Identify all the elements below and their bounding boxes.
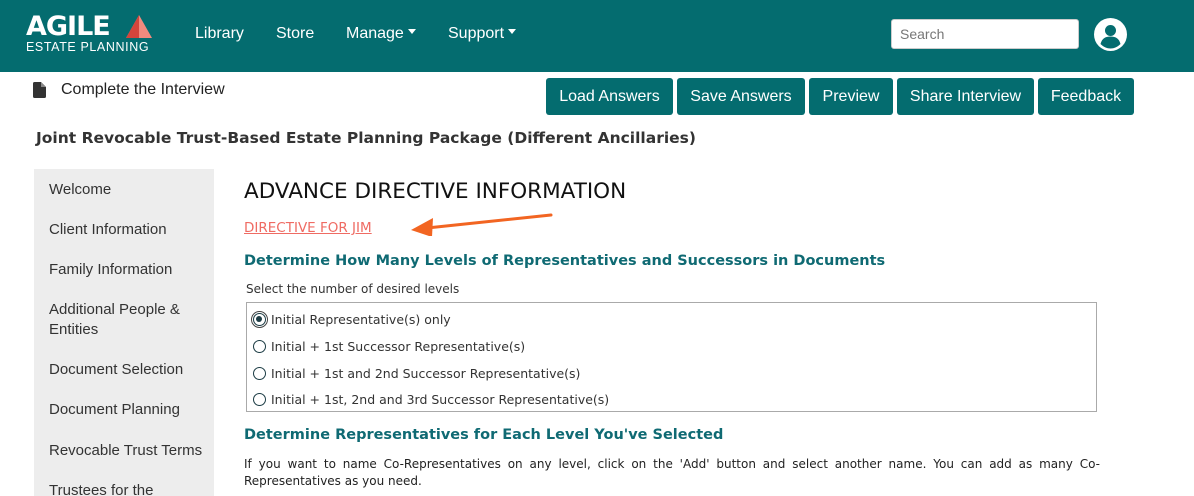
- sidebar-item-welcome[interactable]: Welcome: [49, 180, 209, 200]
- sidebar-nav: Welcome Client Information Family Inform…: [34, 169, 214, 496]
- logo-subtitle: ESTATE PLANNING: [26, 40, 150, 54]
- page-title: ADVANCE DIRECTIVE INFORMATION: [244, 179, 627, 204]
- logo-triangle-icon: [126, 15, 152, 38]
- load-answers-button[interactable]: Load Answers: [546, 78, 673, 115]
- sidebar-item-trustees[interactable]: Trustees for the: [49, 481, 209, 496]
- share-interview-button[interactable]: Share Interview: [897, 78, 1034, 115]
- instructions-paragraph: If you want to name Co-Representatives o…: [244, 457, 1100, 488]
- document-icon: [33, 82, 46, 98]
- sidebar-item-additional-people[interactable]: Additional People & Entities: [49, 300, 209, 340]
- package-title: Joint Revocable Trust-Based Estate Plann…: [36, 129, 696, 147]
- feedback-button[interactable]: Feedback: [1038, 78, 1134, 115]
- user-icon[interactable]: [1094, 18, 1127, 51]
- search-input[interactable]: [891, 19, 1079, 49]
- agile-logo[interactable]: AGILE ESTATE PLANNING: [26, 12, 156, 58]
- radio-button[interactable]: [253, 393, 266, 406]
- section-heading-representatives: Determine Representatives for Each Level…: [244, 427, 724, 443]
- sidebar-item-document-selection[interactable]: Document Selection: [49, 360, 209, 380]
- nav-manage-label: Manage: [346, 25, 404, 42]
- sidebar-item-document-planning[interactable]: Document Planning: [49, 400, 209, 420]
- sidebar-item-family-information[interactable]: Family Information: [49, 260, 209, 280]
- levels-question-label: Select the number of desired levels: [246, 282, 460, 296]
- nav-manage[interactable]: Manage: [346, 24, 416, 44]
- preview-button[interactable]: Preview: [809, 78, 893, 115]
- section-heading-levels: Determine How Many Levels of Representat…: [244, 253, 886, 269]
- levels-radio-group: Initial Representative(s) only Initial +…: [246, 302, 1097, 412]
- logo-word: AGILE: [26, 11, 111, 42]
- radio-button[interactable]: [253, 367, 266, 380]
- radio-button-checked[interactable]: [251, 311, 268, 328]
- save-answers-button[interactable]: Save Answers: [677, 78, 805, 115]
- radio-option-label: Initial + 1st Successor Representative(s…: [271, 339, 526, 354]
- arrow-icon: [411, 213, 553, 236]
- chevron-down-icon: [407, 29, 416, 35]
- nav-support[interactable]: Support: [448, 24, 517, 44]
- radio-option-label: Initial Representative(s) only: [271, 312, 451, 327]
- nav-support-label: Support: [448, 25, 505, 42]
- complete-interview-label: Complete the Interview: [61, 81, 225, 98]
- sidebar-item-revocable-trust-terms[interactable]: Revocable Trust Terms: [49, 441, 209, 461]
- sidebar-item-client-information[interactable]: Client Information: [49, 220, 209, 240]
- nav-store[interactable]: Store: [276, 24, 314, 44]
- nav-library[interactable]: Library: [195, 24, 244, 44]
- directive-link[interactable]: DIRECTIVE FOR JIM: [244, 219, 372, 237]
- radio-option-label: Initial + 1st and 2nd Successor Represen…: [271, 366, 581, 381]
- top-navbar: AGILE ESTATE PLANNING Library Store Mana…: [0, 0, 1194, 72]
- radio-option-label: Initial + 1st, 2nd and 3rd Successor Rep…: [271, 392, 610, 407]
- radio-button[interactable]: [253, 340, 266, 353]
- chevron-down-icon: [508, 29, 517, 35]
